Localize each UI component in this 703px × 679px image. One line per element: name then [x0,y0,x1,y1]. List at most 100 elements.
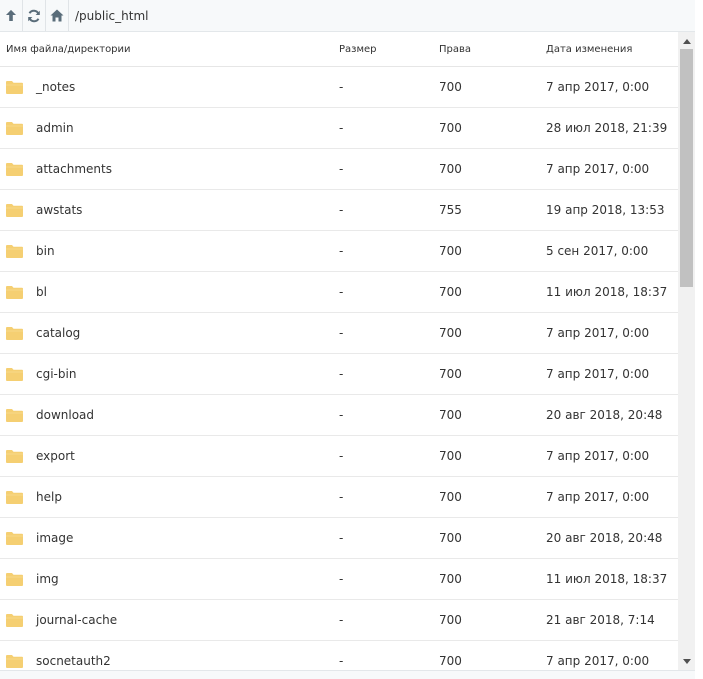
refresh-icon [28,9,40,22]
file-size: - [339,162,344,176]
file-modified-date: 11 июл 2018, 18:37 [546,572,668,586]
file-modified-date: 5 сен 2017, 0:00 [546,244,649,258]
table-row[interactable]: attachments - 700 7 апр 2017, 0:00 [0,149,678,190]
table-row[interactable]: img - 700 11 июл 2018, 18:37 [0,559,678,600]
file-permissions: 700 [439,654,462,668]
home-button[interactable] [46,0,68,31]
file-permissions: 700 [439,285,462,299]
folder-icon [6,573,23,586]
file-modified-date: 7 апр 2017, 0:00 [546,162,650,176]
file-size: - [339,367,344,381]
folder-icon [6,614,23,627]
folder-icon [6,245,23,258]
file-modified-date: 21 авг 2018, 7:14 [546,613,655,627]
scroll-thumb[interactable] [680,49,693,287]
table-row[interactable]: bin - 700 5 сен 2017, 0:00 [0,231,678,272]
file-name[interactable]: socnetauth2 [36,654,111,668]
file-permissions: 700 [439,326,462,340]
file-permissions: 700 [439,121,462,135]
toolbar: /public_html [0,0,695,32]
file-name[interactable]: admin [36,121,74,135]
triangle-down-icon [682,658,691,664]
file-size: - [339,326,344,340]
folder-icon [6,327,23,340]
file-permissions: 700 [439,613,462,627]
column-header-size[interactable]: Размер [339,44,377,55]
table-row[interactable]: help - 700 7 апр 2017, 0:00 [0,477,678,518]
file-size: - [339,531,344,545]
file-name[interactable]: img [36,572,59,586]
scroll-down-button[interactable] [678,654,695,668]
table-row[interactable]: download - 700 20 авг 2018, 20:48 [0,395,678,436]
folder-icon [6,532,23,545]
folder-icon [6,204,23,217]
file-name[interactable]: awstats [36,203,82,217]
refresh-button[interactable] [23,0,45,31]
table-row[interactable]: bl - 700 11 июл 2018, 18:37 [0,272,678,313]
table-row[interactable]: catalog - 700 7 апр 2017, 0:00 [0,313,678,354]
file-name[interactable]: attachments [36,162,112,176]
file-list: _notes - 700 7 апр 2017, 0:00 admin - 700 28 ию… [0,67,678,678]
file-modified-date: 20 авг 2018, 20:48 [546,408,663,422]
file-permissions: 700 [439,408,462,422]
file-size: - [339,244,344,258]
folder-icon [6,122,23,135]
file-name[interactable]: bl [36,285,47,299]
folder-icon [6,491,23,504]
file-modified-date: 7 апр 2017, 0:00 [546,449,650,463]
scroll-up-button[interactable] [678,34,695,48]
file-name[interactable]: journal-cache [36,613,117,627]
file-size: - [339,449,344,463]
table-row[interactable]: awstats - 755 19 апр 2018, 13:53 [0,190,678,231]
file-modified-date: 7 апр 2017, 0:00 [546,326,650,340]
table-row[interactable]: cgi-bin - 700 7 апр 2017, 0:00 [0,354,678,395]
file-permissions: 700 [439,531,462,545]
file-modified-date: 19 апр 2018, 13:53 [546,203,665,217]
file-name[interactable]: cgi-bin [36,367,76,381]
file-modified-date: 7 апр 2017, 0:00 [546,654,650,668]
folder-icon [6,450,23,463]
file-size: - [339,80,344,94]
folder-icon [6,368,23,381]
folder-icon [6,163,23,176]
arrow-up-icon [6,10,16,21]
home-icon [50,9,64,22]
table-row[interactable]: _notes - 700 7 апр 2017, 0:00 [0,67,678,108]
file-name[interactable]: catalog [36,326,80,340]
vertical-scrollbar[interactable] [678,32,695,670]
table-row[interactable]: image - 700 20 авг 2018, 20:48 [0,518,678,559]
file-modified-date: 7 апр 2017, 0:00 [546,490,650,504]
folder-icon [6,655,23,668]
file-permissions: 700 [439,367,462,381]
up-button[interactable] [0,0,22,31]
file-modified-date: 7 апр 2017, 0:00 [546,80,650,94]
file-table-header: Имя файла/директории Размер Права Дата и… [0,32,678,67]
triangle-up-icon [682,38,691,44]
file-size: - [339,613,344,627]
file-name[interactable]: bin [36,244,55,258]
file-size: - [339,203,344,217]
file-size: - [339,654,344,668]
table-row[interactable]: journal-cache - 700 21 авг 2018, 7:14 [0,600,678,641]
column-header-permissions[interactable]: Права [439,44,471,55]
file-modified-date: 28 июл 2018, 21:39 [546,121,668,135]
column-header-name[interactable]: Имя файла/директории [6,44,131,55]
file-size: - [339,408,344,422]
file-name[interactable]: _notes [36,80,75,94]
file-permissions: 700 [439,244,462,258]
toolbar-divider [68,0,69,31]
file-name[interactable]: export [36,449,75,463]
file-name[interactable]: help [36,490,62,504]
file-modified-date: 20 авг 2018, 20:48 [546,531,663,545]
file-name[interactable]: image [36,531,73,545]
column-header-modified[interactable]: Дата изменения [546,44,632,55]
file-size: - [339,572,344,586]
table-row[interactable]: admin - 700 28 июл 2018, 21:39 [0,108,678,149]
folder-icon [6,409,23,422]
table-row[interactable]: export - 700 7 апр 2017, 0:00 [0,436,678,477]
file-size: - [339,121,344,135]
file-permissions: 755 [439,203,462,217]
file-permissions: 700 [439,162,462,176]
file-name[interactable]: download [36,408,94,422]
file-permissions: 700 [439,80,462,94]
